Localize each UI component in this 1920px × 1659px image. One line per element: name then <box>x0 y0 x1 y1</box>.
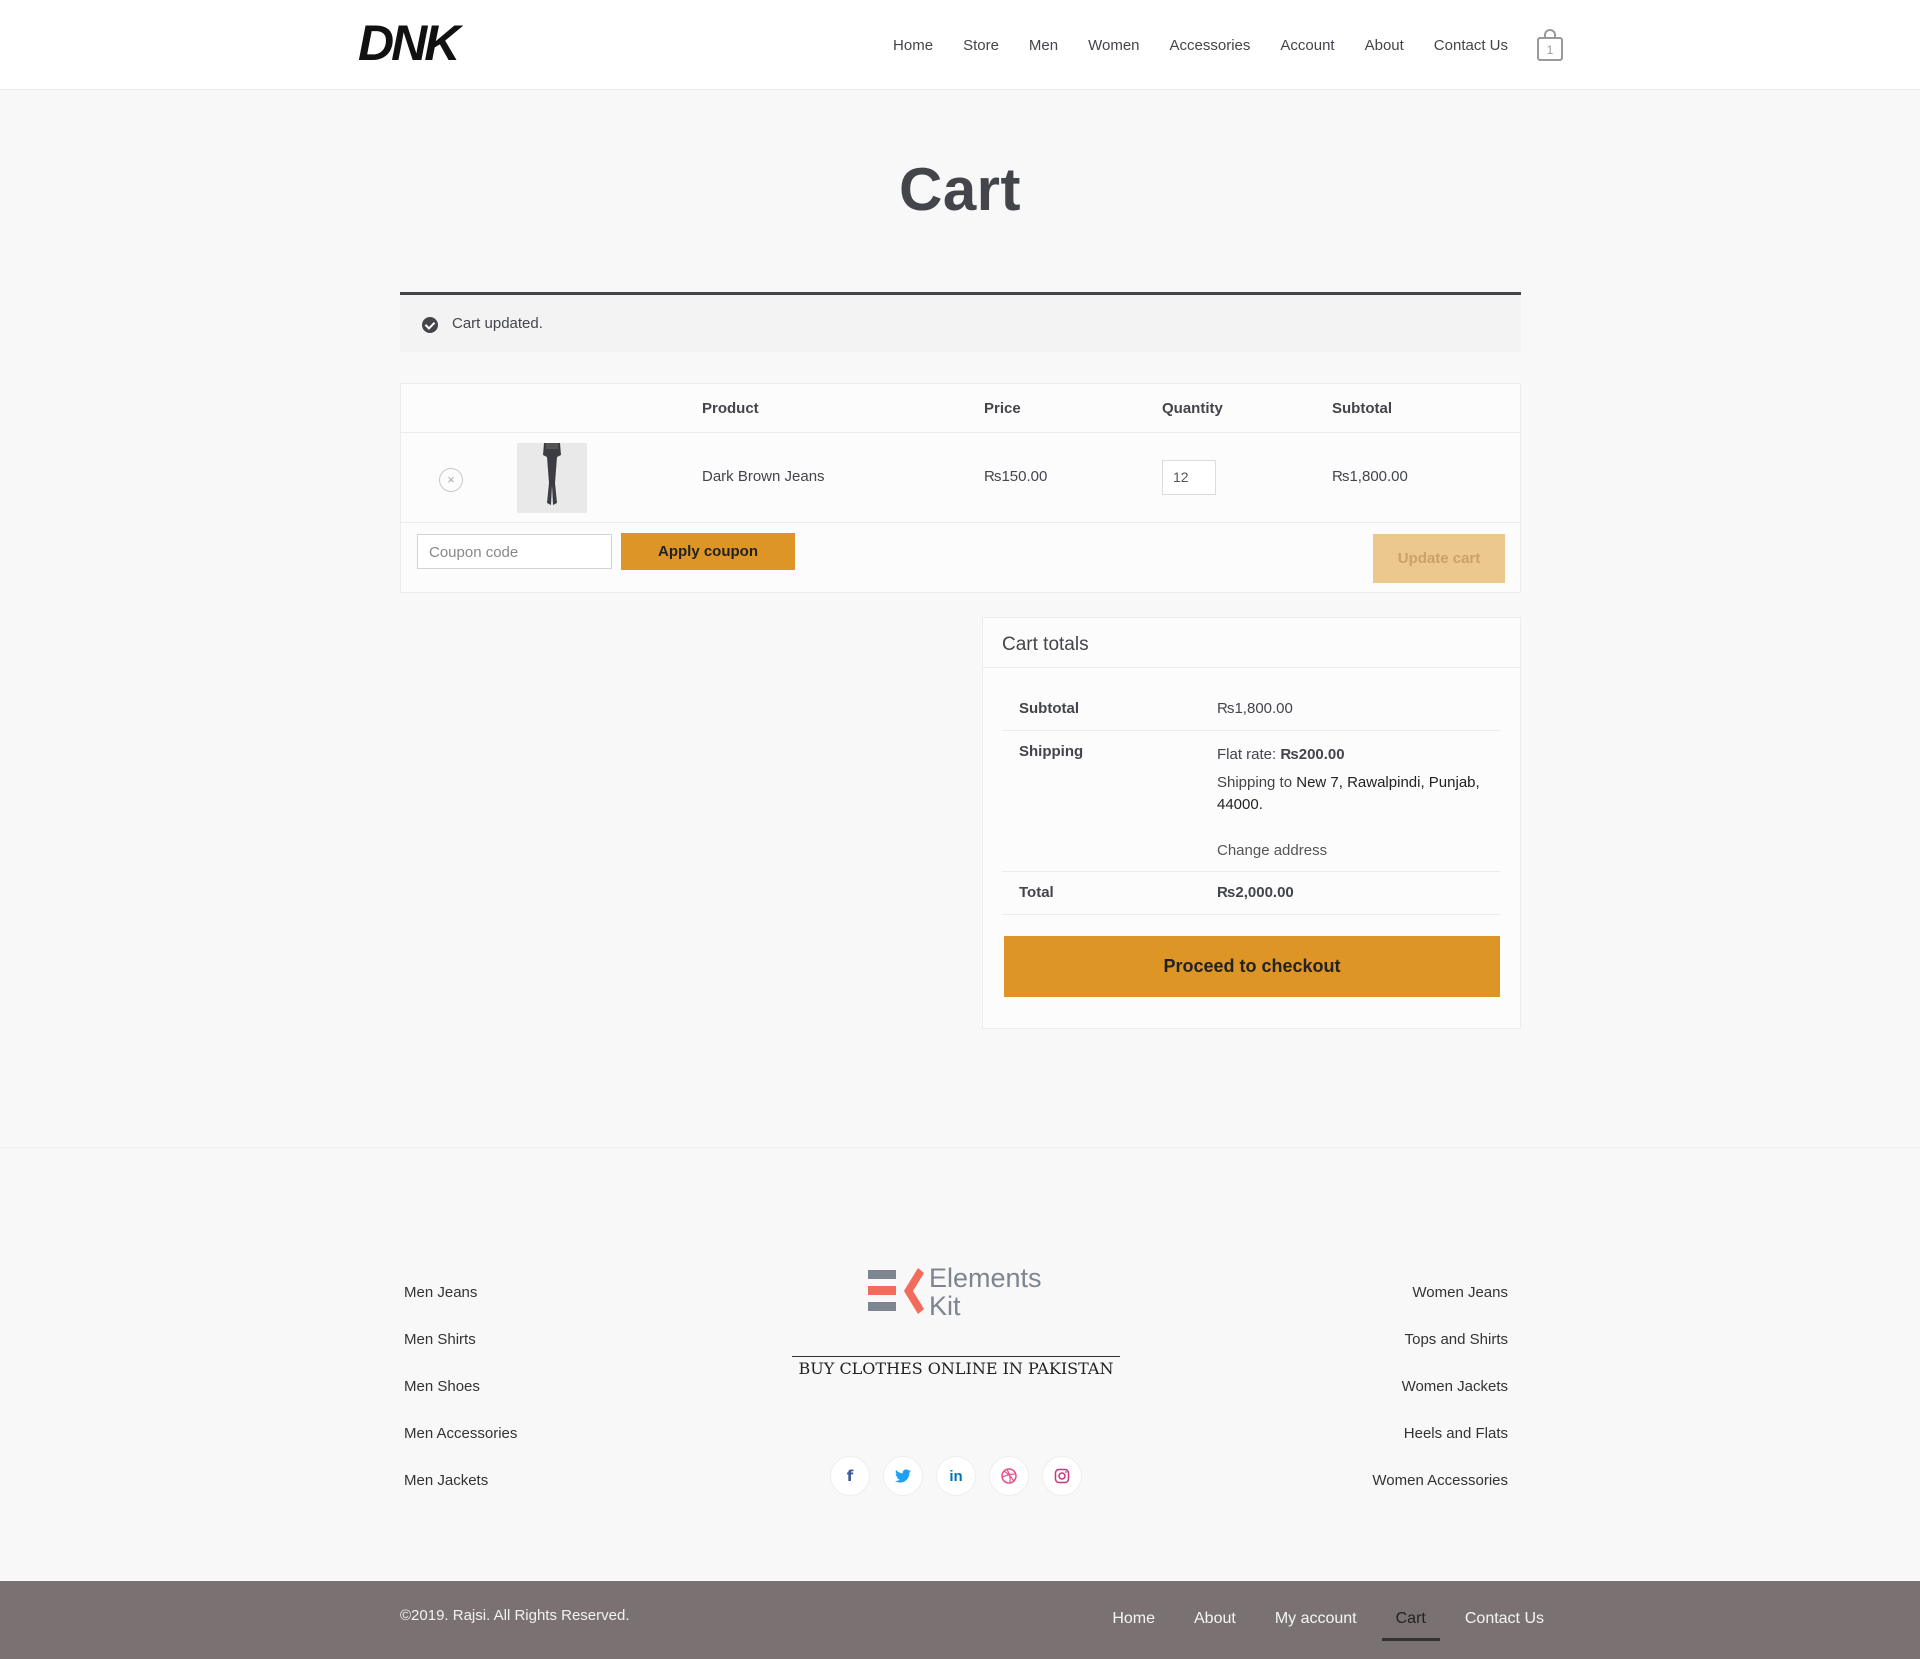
shipping-label: Shipping <box>1019 743 1084 760</box>
coupon-code-input[interactable]: Coupon code <box>417 534 612 569</box>
footer-link-women-jackets[interactable]: Women Jackets <box>1402 1378 1508 1395</box>
footer-link-men-shirts[interactable]: Men Shirts <box>404 1331 476 1348</box>
elementskit-logo-text: Elements Kit <box>929 1264 1042 1320</box>
nav-home[interactable]: Home <box>893 28 933 64</box>
linkedin-icon[interactable]: in <box>936 1456 976 1496</box>
total-label: Total <box>1019 884 1054 901</box>
elementskit-logo: Elements Kit <box>866 1264 1066 1322</box>
flat-rate-value: ₨200.00 <box>1280 746 1345 763</box>
product-price: ₨150.00 <box>984 468 1048 485</box>
footer-link-men-jeans[interactable]: Men Jeans <box>404 1284 477 1301</box>
footer-nav-cart[interactable]: Cart <box>1381 1605 1441 1641</box>
shipping-address-line2: 44000. <box>1217 796 1263 813</box>
copyright-text: ©2019. Rajsi. All Rights Reserved. <box>400 1607 630 1624</box>
divider <box>1002 871 1500 872</box>
shipping-to-label: Shipping to <box>1217 774 1293 791</box>
cart-totals-title: Cart totals <box>1002 634 1089 655</box>
change-address-link[interactable]: Change address <box>1217 842 1327 859</box>
footer-link-men-jackets[interactable]: Men Jackets <box>404 1472 488 1489</box>
footer-tagline: BUY CLOTHES ONLINE IN PAKISTAN <box>792 1356 1120 1378</box>
quantity-input[interactable]: 12 <box>1162 460 1216 495</box>
apply-coupon-button[interactable]: Apply coupon <box>621 533 795 570</box>
shipping-destination: Shipping to New 7, Rawalpindi, Punjab, 4… <box>1217 772 1487 816</box>
product-thumbnail[interactable] <box>517 443 587 513</box>
flat-rate-label: Flat rate: <box>1217 746 1277 763</box>
update-cart-button[interactable]: Update cart <box>1373 534 1505 583</box>
site-header: DNK Home Store Men Women Accessories Acc… <box>0 0 1920 90</box>
proceed-to-checkout-button[interactable]: Proceed to checkout <box>1004 936 1500 997</box>
bottom-bar: ©2019. Rajsi. All Rights Reserved. Home … <box>0 1581 1920 1659</box>
twitter-icon[interactable] <box>883 1456 923 1496</box>
product-subtotal: ₨1,800.00 <box>1332 468 1408 485</box>
product-name-link[interactable]: Dark Brown Jeans <box>702 468 825 485</box>
footer-link-men-accessories[interactable]: Men Accessories <box>404 1425 517 1442</box>
footer-divider <box>0 1147 1920 1148</box>
footer-link-women-accessories[interactable]: Women Accessories <box>1372 1472 1508 1489</box>
footer-link-women-jeans[interactable]: Women Jeans <box>1412 1284 1508 1301</box>
nav-men[interactable]: Men <box>1029 28 1058 64</box>
footer-nav: Home About My account Cart Contact Us <box>1073 1605 1544 1641</box>
header-quantity: Quantity <box>1162 400 1223 417</box>
header-product: Product <box>702 400 759 417</box>
footer-nav-my-account[interactable]: My account <box>1275 1605 1357 1633</box>
nav-women[interactable]: Women <box>1088 28 1139 64</box>
divider <box>1002 730 1500 731</box>
footer-link-tops-and-shirts[interactable]: Tops and Shirts <box>1405 1331 1508 1348</box>
flat-rate: Flat rate: ₨200.00 <box>1217 746 1345 763</box>
divider <box>1002 914 1500 915</box>
footer-nav-contact-us[interactable]: Contact Us <box>1465 1605 1544 1633</box>
subtotal-label: Subtotal <box>1019 700 1079 717</box>
divider <box>401 522 1520 523</box>
header-subtotal: Subtotal <box>1332 400 1392 417</box>
main-nav: Home Store Men Women Accessories Account… <box>893 28 1564 64</box>
notice-text: Cart updated. <box>452 315 543 332</box>
header-price: Price <box>984 400 1021 417</box>
elementskit-logo-line2: Kit <box>929 1291 961 1321</box>
total-value: ₨2,000.00 <box>1217 884 1294 901</box>
facebook-icon[interactable]: f <box>830 1456 870 1496</box>
footer-link-men-shoes[interactable]: Men Shoes <box>404 1378 480 1395</box>
cart-totals-panel: Cart totals Subtotal ₨1,800.00 Shipping … <box>982 617 1521 1029</box>
nav-about[interactable]: About <box>1365 28 1404 64</box>
cart-table: Product Price Quantity Subtotal × Dark B… <box>400 383 1521 593</box>
nav-accessories[interactable]: Accessories <box>1170 28 1251 64</box>
cart-updated-notice: Cart updated. <box>400 292 1521 352</box>
divider <box>401 432 1520 433</box>
subtotal-value: ₨1,800.00 <box>1217 700 1293 717</box>
social-links: f in <box>830 1456 1095 1496</box>
instagram-icon[interactable] <box>1042 1456 1082 1496</box>
footer-nav-about[interactable]: About <box>1194 1605 1236 1633</box>
elementskit-logo-line1: Elements <box>929 1263 1042 1293</box>
dribbble-icon[interactable] <box>989 1456 1029 1496</box>
footer-link-heels-and-flats[interactable]: Heels and Flats <box>1404 1425 1508 1442</box>
nav-account[interactable]: Account <box>1280 28 1334 64</box>
remove-item-button[interactable]: × <box>439 468 463 492</box>
dnk-logo[interactable]: DNK <box>358 14 483 70</box>
nav-store[interactable]: Store <box>963 28 999 64</box>
shipping-address-line1: New 7, Rawalpindi, Punjab, <box>1296 774 1480 791</box>
footer-nav-home[interactable]: Home <box>1112 1605 1155 1633</box>
page-title: Cart <box>898 156 1022 223</box>
svg-text:DNK: DNK <box>358 15 464 70</box>
check-circle-icon <box>422 317 438 333</box>
nav-contact-us[interactable]: Contact Us <box>1434 28 1508 64</box>
cart-bag-icon[interactable]: 1 <box>1536 28 1564 64</box>
divider <box>983 667 1520 668</box>
cart-count: 1 <box>1546 43 1554 57</box>
